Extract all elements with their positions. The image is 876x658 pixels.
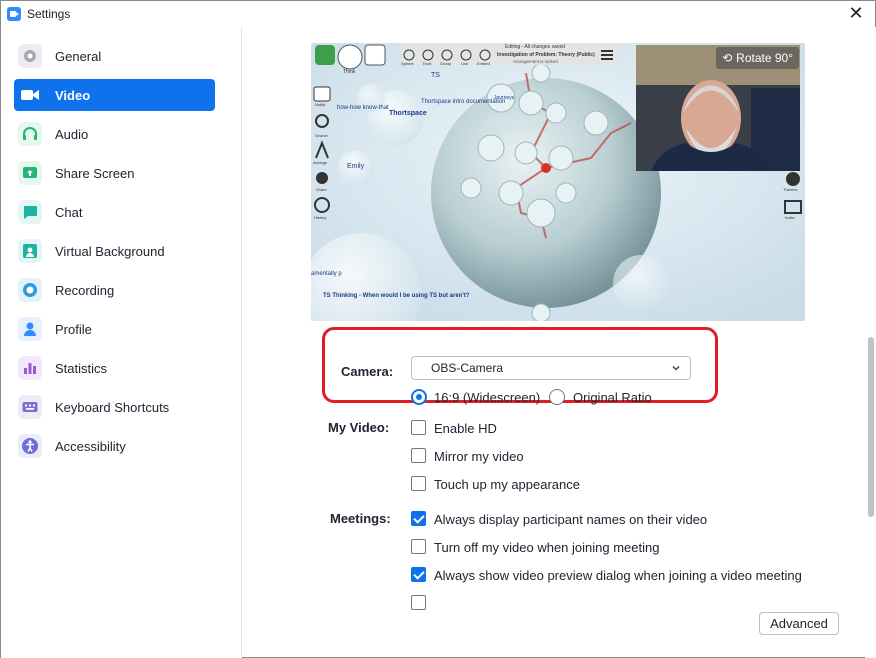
sidebar-item-accessibility[interactable]: Accessibility <box>14 430 215 462</box>
settings-sidebar: General Video Audio Share Screen Chat Vi… <box>1 27 242 658</box>
toolbar-label: Thort <box>422 61 432 66</box>
canvas-text: TS <box>431 72 440 79</box>
sidebar-item-virtual-background[interactable]: Virtual Background <box>14 235 215 267</box>
sidebar-item-share-screen[interactable]: Share Screen <box>14 157 215 189</box>
canvas-text: amentally p <box>311 271 342 277</box>
radio-widescreen[interactable] <box>411 389 427 405</box>
enable-hd-label: Enable HD <box>434 421 497 436</box>
rail-label: Invite <box>785 215 795 220</box>
toolbar-label: Embed <box>477 61 490 66</box>
sidebar-item-label: Statistics <box>55 361 108 376</box>
meetings-label: Meetings: <box>330 511 391 526</box>
sidebar-item-label: General <box>55 49 102 64</box>
preview-scene: Thortspace Thortspace intro documentatio… <box>311 43 805 321</box>
scrollbar-thumb[interactable] <box>868 337 874 517</box>
camera-select-value: OBS-Camera <box>431 361 504 375</box>
canvas-text: Thortspace <box>389 110 427 117</box>
sidebar-item-label: Share Screen <box>55 166 135 181</box>
sidebar-item-label: Chat <box>55 205 83 220</box>
chevron-down-icon <box>672 365 680 371</box>
sidebar-item-audio[interactable]: Audio <box>14 118 215 150</box>
partially-hidden-checkbox[interactable] <box>411 595 426 610</box>
sidebar-item-label: Accessibility <box>55 439 126 454</box>
sidebar-item-label: Recording <box>55 283 115 298</box>
video-preview: Thortspace Thortspace intro documentatio… <box>311 43 805 321</box>
canvas-text: Emily <box>347 163 365 170</box>
preview-title-text: Investigation of Problem: Theory (Public… <box>497 52 595 58</box>
settings-window: Settings ✕ General Video Audio Share Scr… <box>0 0 876 658</box>
recording-icon <box>18 278 42 302</box>
headphones-icon <box>18 122 42 146</box>
preview-sub-text: Arrangement is locked <box>513 59 558 64</box>
rail-label: Arrange <box>313 160 328 165</box>
sidebar-item-statistics[interactable]: Statistics <box>14 352 215 384</box>
my-video-label: My Video: <box>328 420 390 435</box>
toolbar-label: Sphere <box>401 61 415 66</box>
canvas-text: how-how know-that <box>337 105 389 111</box>
camera-label: Camera: <box>341 364 394 379</box>
sidebar-item-profile[interactable]: Profile <box>14 313 215 345</box>
radio-original-ratio[interactable] <box>549 389 565 405</box>
mirror-video-checkbox[interactable] <box>411 448 426 463</box>
person-icon <box>18 317 42 341</box>
sidebar-item-label: Profile <box>55 322 92 337</box>
advanced-button[interactable]: Advanced <box>759 612 839 635</box>
toolbar-label: Group <box>440 61 452 66</box>
sidebar-item-label: Audio <box>55 127 89 142</box>
turn-off-video-label: Turn off my video when joining meeting <box>434 540 660 555</box>
rotate-icon: ⟲ <box>722 51 733 65</box>
rotate-90-button[interactable]: ⟲ Rotate 90° <box>716 47 799 69</box>
radio-original-ratio-label: Original Ratio <box>573 390 652 405</box>
enable-hd-checkbox[interactable] <box>411 420 426 435</box>
video-preview-dialog-checkbox[interactable] <box>411 567 426 582</box>
camera-select[interactable]: OBS-Camera <box>411 356 691 380</box>
rail-label: Share <box>316 187 327 192</box>
video-camera-icon <box>18 83 42 107</box>
title-bar: Settings ✕ <box>1 1 875 27</box>
window-title: Settings <box>27 7 71 21</box>
sidebar-item-general[interactable]: General <box>14 40 215 72</box>
chat-bubble-icon <box>18 200 42 224</box>
sidebar-item-label: Virtual Background <box>55 244 165 259</box>
sidebar-item-chat[interactable]: Chat <box>14 196 215 228</box>
bar-chart-icon <box>18 356 42 380</box>
touch-up-label: Touch up my appearance <box>434 477 580 492</box>
video-preview-dialog-label: Always show video preview dialog when jo… <box>434 568 802 583</box>
sidebar-item-label: Video <box>55 88 91 103</box>
content-scrollbar[interactable] <box>865 27 876 658</box>
preview-status-text: Editing - All changes saved <box>505 44 565 50</box>
keyboard-icon <box>18 395 42 419</box>
gear-icon <box>18 44 42 68</box>
mirror-video-label: Mirror my video <box>434 449 524 464</box>
display-names-label: Always display participant names on thei… <box>434 512 708 527</box>
video-settings-panel: Thortspace Thortspace intro documentatio… <box>243 27 865 658</box>
sidebar-item-label: Keyboard Shortcuts <box>55 400 170 415</box>
sidebar-item-video[interactable]: Video <box>14 79 215 111</box>
touch-up-checkbox[interactable] <box>411 476 426 491</box>
rail-label: History <box>314 215 326 220</box>
display-names-checkbox[interactable] <box>411 511 426 526</box>
sidebar-item-recording[interactable]: Recording <box>14 274 215 306</box>
canvas-text: Journeys <box>494 95 515 101</box>
accessibility-icon <box>18 434 42 458</box>
rail-label: Search <box>315 133 328 138</box>
zoom-app-icon <box>7 7 21 21</box>
turn-off-video-checkbox[interactable] <box>411 539 426 554</box>
canvas-text: Thortspace intro documentation <box>421 99 505 105</box>
rail-label: Notify <box>315 102 325 107</box>
rotate-label: Rotate 90° <box>736 51 793 65</box>
sidebar-item-keyboard-shortcuts[interactable]: Keyboard Shortcuts <box>14 391 215 423</box>
canvas-text: TS Thinking - When would I be using TS b… <box>323 293 470 299</box>
share-screen-icon <box>18 161 42 185</box>
think-label: Think <box>343 69 356 75</box>
toolbar-label: Link <box>461 61 468 66</box>
virtual-background-icon <box>18 239 42 263</box>
radio-widescreen-label: 16:9 (Widescreen) <box>434 390 541 405</box>
close-icon[interactable]: ✕ <box>847 4 865 22</box>
rail-label: Themes <box>783 187 797 192</box>
